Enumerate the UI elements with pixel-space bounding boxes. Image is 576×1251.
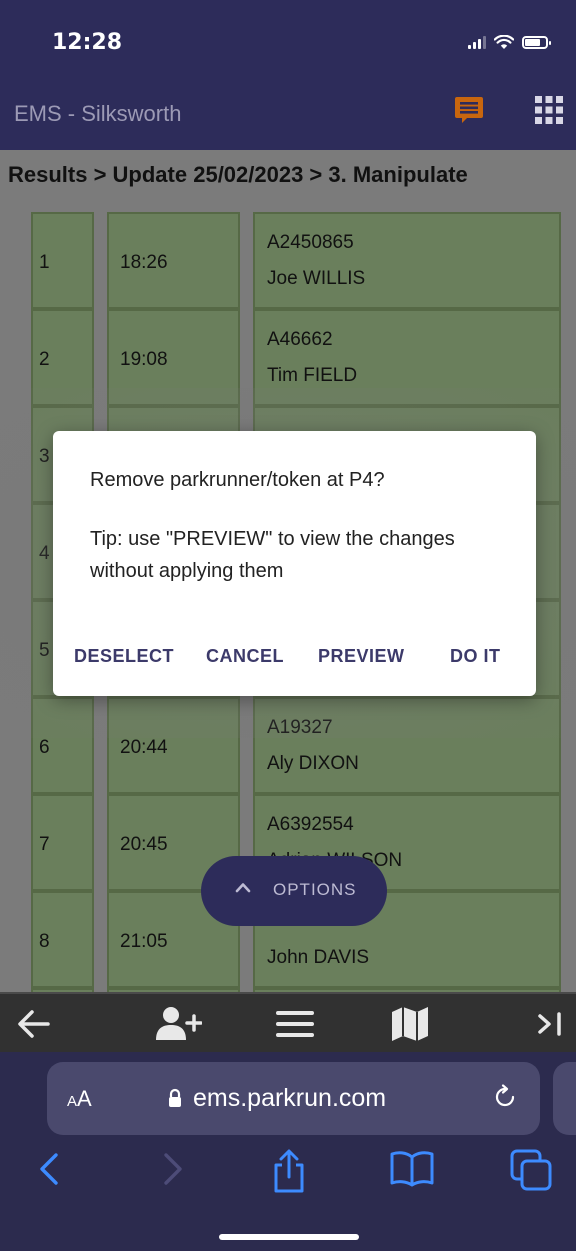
breadcrumb: Results > Update 25/02/2023 > 3. Manipul… (8, 162, 468, 187)
position-cell[interactable]: 1 (31, 212, 94, 309)
position-cell[interactable]: 7 (31, 794, 94, 891)
home-indicator[interactable] (219, 1234, 359, 1240)
time-text: 19:08 (120, 349, 168, 370)
url-text[interactable]: ems.parkrun.com (193, 1084, 386, 1113)
options-label: OPTIONS (273, 880, 357, 899)
table-row[interactable]: 1 18:26 A2450865 Joe WILLIS (31, 212, 561, 309)
confirm-dialog: Remove parkrunner/token at P4? Tip: use … (53, 431, 536, 696)
status-time: 12:28 (52, 30, 123, 55)
next-tab-peek[interactable] (553, 1062, 576, 1135)
chevron-up-icon (235, 883, 251, 893)
app-toolbar (0, 992, 576, 1052)
signal-icon (468, 35, 486, 49)
battery-icon (522, 35, 551, 49)
browser-chrome: AA ems.parkrun.com (0, 1052, 576, 1251)
status-bar: 12:28 (0, 0, 576, 75)
wifi-icon (494, 34, 514, 49)
preview-button[interactable]: PREVIEW (318, 646, 405, 667)
app-header: EMS - Silksworth (0, 75, 576, 150)
time-text: 18:26 (120, 252, 168, 273)
position-text: 6 (39, 737, 50, 758)
runner-id: A46662 (267, 329, 333, 350)
tabs-icon[interactable] (510, 1149, 554, 1193)
time-text: 20:45 (120, 834, 168, 855)
address-bar[interactable]: AA ems.parkrun.com (47, 1062, 540, 1135)
menu-icon[interactable] (276, 1006, 314, 1042)
position-text: 8 (39, 931, 50, 952)
bookmarks-icon[interactable] (389, 1149, 435, 1189)
position-text: 1 (39, 252, 50, 273)
time-text: 21:05 (120, 931, 168, 952)
browser-back-icon[interactable] (36, 1149, 64, 1189)
runner-name: John DAVIS (267, 947, 370, 968)
map-icon[interactable] (391, 1006, 429, 1042)
cancel-button[interactable]: CANCEL (206, 646, 284, 667)
dialog-title: Remove parkrunner/token at P4? (90, 469, 385, 491)
time-text: 20:44 (120, 737, 168, 758)
position-text: 2 (39, 349, 50, 370)
reader-text-size-button[interactable]: AA (67, 1086, 92, 1112)
status-icons (468, 32, 551, 52)
aa-large: A (77, 1086, 92, 1111)
reload-icon[interactable] (491, 1083, 519, 1111)
deselect-button[interactable]: DESELECT (74, 646, 174, 667)
apps-grid-icon[interactable] (534, 95, 564, 125)
back-arrow-icon[interactable] (16, 1006, 52, 1042)
position-text: 7 (39, 834, 50, 855)
runner-name: Tim FIELD (267, 365, 358, 386)
share-icon[interactable] (271, 1149, 307, 1193)
position-cell[interactable]: 8 (31, 891, 94, 988)
dialog-tip: Tip: use "PREVIEW" to view the changes w… (90, 528, 455, 582)
runner-name: Joe WILLIS (267, 268, 366, 289)
time-cell[interactable]: 18:26 (107, 212, 240, 309)
add-person-icon[interactable] (154, 1006, 202, 1042)
aa-small: A (67, 1093, 78, 1110)
runner-name: Aly DIXON (267, 753, 359, 774)
app-title: EMS - Silksworth (14, 101, 182, 126)
options-button[interactable]: OPTIONS (201, 856, 387, 926)
skip-to-end-icon[interactable] (537, 1006, 567, 1042)
lock-icon (169, 1088, 181, 1107)
runner-cell[interactable]: A2450865 Joe WILLIS (253, 212, 561, 309)
browser-forward-icon[interactable] (158, 1149, 186, 1189)
chat-icon[interactable] (454, 95, 484, 125)
do-it-button[interactable]: DO IT (450, 646, 501, 667)
runner-id: A2450865 (267, 232, 354, 253)
runner-id: A6392554 (267, 814, 354, 835)
